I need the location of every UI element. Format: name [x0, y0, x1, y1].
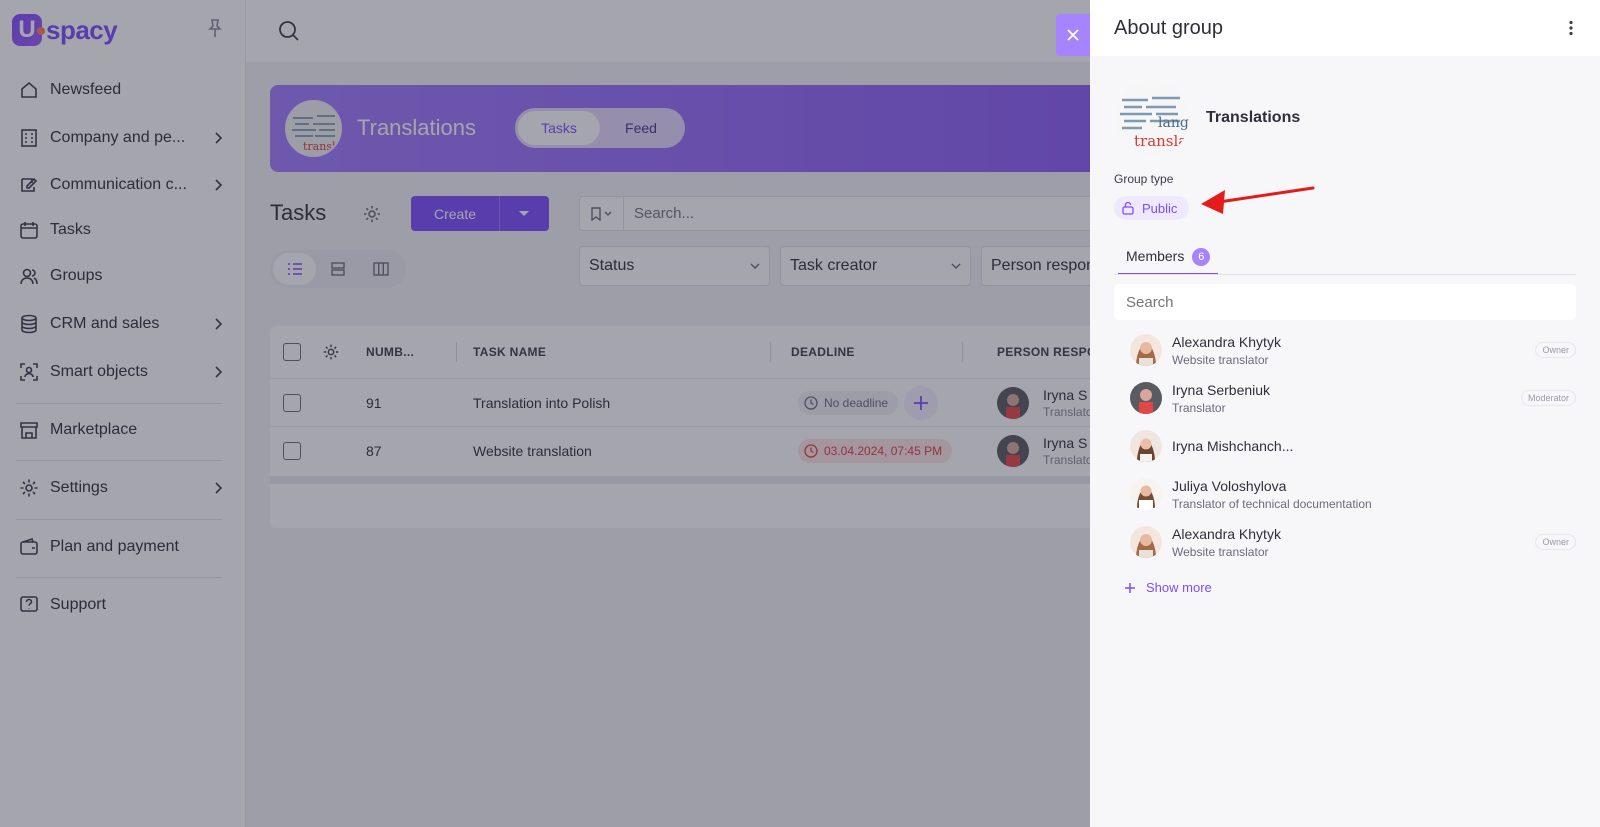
- member-item[interactable]: Iryna Mishchanch...: [1130, 422, 1576, 470]
- member-role: Website translator: [1172, 352, 1269, 367]
- about-group-panel: About group lang translat Translations Gr…: [1090, 0, 1600, 827]
- member-role: Translator of technical documentation: [1172, 496, 1372, 511]
- annotation-arrow-icon: [1201, 186, 1315, 214]
- group-name: Translations: [1206, 109, 1301, 126]
- role-tag: Owner: [1535, 342, 1576, 358]
- avatar: [1130, 430, 1162, 462]
- member-role: Translator: [1172, 400, 1226, 415]
- member-search: [1114, 284, 1576, 320]
- svg-text:translat: translat: [1134, 132, 1190, 150]
- member-item[interactable]: Juliya Voloshylova Translator of technica…: [1130, 470, 1576, 518]
- member-search-input[interactable]: [1126, 293, 1556, 311]
- member-name: Alexandra Khytyk: [1172, 525, 1281, 542]
- members-count-badge: 6: [1192, 248, 1211, 266]
- plus-icon: [1125, 582, 1135, 593]
- group-avatar: lang translat: [1114, 80, 1190, 156]
- tab-members[interactable]: Members 6: [1118, 244, 1219, 275]
- group-type-badge[interactable]: Public: [1114, 196, 1190, 220]
- member-name: Alexandra Khytyk: [1172, 333, 1281, 350]
- avatar: [1130, 334, 1162, 366]
- avatar: [1130, 526, 1162, 558]
- member-role: Website translator: [1172, 544, 1269, 559]
- group-type-label: Group type: [1114, 172, 1174, 186]
- tab-label: Members: [1126, 248, 1185, 264]
- panel-title: About group: [1114, 17, 1223, 39]
- member-item[interactable]: Alexandra Khytyk Website translator Owner: [1130, 326, 1576, 374]
- member-name: Juliya Voloshylova: [1172, 477, 1287, 494]
- avatar: [1130, 478, 1162, 510]
- show-more-label: Show more: [1146, 580, 1212, 595]
- svg-text:lang: lang: [1158, 115, 1189, 131]
- role-tag: Owner: [1535, 534, 1576, 550]
- member-item[interactable]: Iryna Serbeniuk Translator Moderator: [1130, 374, 1576, 422]
- close-icon: [1067, 29, 1079, 41]
- member-name: Iryna Mishchanch...: [1172, 438, 1294, 454]
- more-options-icon[interactable]: [1568, 20, 1574, 36]
- member-item[interactable]: Alexandra Khytyk Website translator Owner: [1130, 518, 1576, 566]
- show-more-button[interactable]: Show more: [1124, 580, 1212, 595]
- modal-overlay[interactable]: [0, 0, 1090, 827]
- lock-icon: [1122, 201, 1134, 215]
- group-type-value: Public: [1142, 200, 1178, 216]
- role-tag: Moderator: [1520, 390, 1576, 406]
- avatar: [1130, 382, 1162, 414]
- close-panel-button[interactable]: [1056, 14, 1090, 56]
- panel-header: About group: [1090, 0, 1600, 56]
- member-name: Iryna Serbeniuk: [1172, 381, 1271, 398]
